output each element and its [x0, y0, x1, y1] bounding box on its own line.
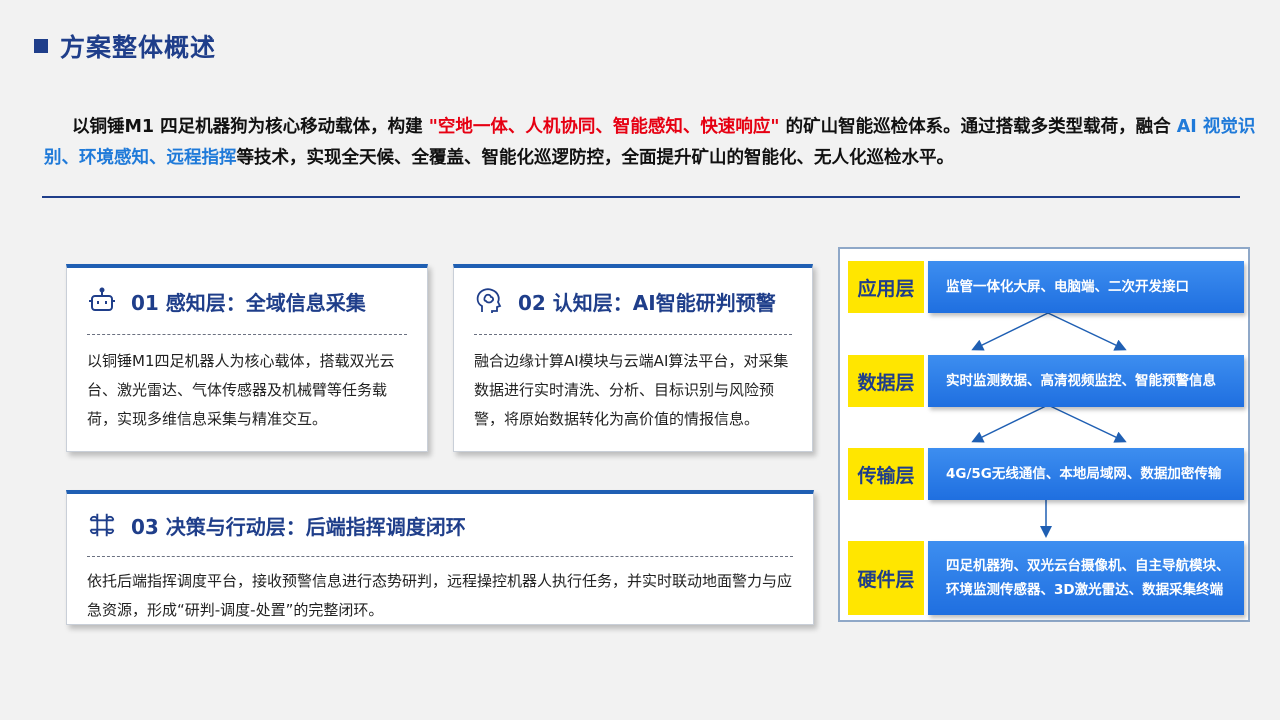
- command-icon: [87, 510, 117, 540]
- layer-content: 实时监测数据、高清视频监控、智能预警信息: [928, 355, 1244, 407]
- card-body: 以铜锤M1四足机器人为核心载体，搭载双光云台、激光雷达、气体传感器及机械臂等任务…: [87, 352, 395, 428]
- title-marker: [34, 39, 48, 53]
- intro-highlight-red: "空地一体、人机协同、智能感知、快速响应": [428, 117, 780, 137]
- layer-content: 监管一体化大屏、电脑端、二次开发接口: [928, 261, 1244, 313]
- architecture-diagram: 应用层 监管一体化大屏、电脑端、二次开发接口 数据层 实时监测数据、高清视频监控…: [838, 247, 1250, 622]
- robot-icon: [87, 286, 117, 316]
- layer-content: 4G/5G无线通信、本地局域网、数据加密传输: [928, 448, 1244, 500]
- card-title: 03 决策与行动层：后端指挥调度闭环: [131, 514, 466, 539]
- layer-label: 传输层: [848, 448, 924, 500]
- card-title: 01 感知层：全域信息采集: [131, 290, 366, 315]
- card-perception-layer: 01 感知层：全域信息采集 以铜锤M1四足机器人为核心载体，搭载双光云台、激光雷…: [66, 264, 428, 452]
- card-decision-layer: 03 决策与行动层：后端指挥调度闭环 依托后端指挥调度平台，接收预警信息进行态势…: [66, 490, 814, 625]
- intro-text-2: 的矿山智能巡检体系。通过搭载多类型载荷，融合: [779, 117, 1177, 137]
- page-header: 方案整体概述: [34, 28, 216, 64]
- layer-label: 硬件层: [848, 541, 924, 615]
- intro-text-3: 等技术，实现全天候、全覆盖、智能化巡逻防控，全面提升矿山的智能化、无人化巡检水平…: [236, 148, 955, 168]
- card-body: 融合边缘计算AI模块与云端AI算法平台，对采集数据进行实时清洗、分析、目标识别与…: [474, 352, 789, 428]
- intro-paragraph: 以铜锤M1 四足机器狗为核心移动载体，构建 "空地一体、人机协同、智能感知、快速…: [44, 112, 1258, 174]
- layer-label: 应用层: [848, 261, 924, 313]
- card-cognition-layer: 02 认知层：AI智能研判预警 融合边缘计算AI模块与云端AI算法平台，对采集数…: [453, 264, 813, 452]
- layer-content-line: 环境监测传感器、3D激光雷达、数据采集终端: [946, 582, 1224, 598]
- card-body: 依托后端指挥调度平台，接收预警信息进行态势研判，远程操控机器人执行任务，并实时联…: [87, 572, 793, 619]
- intro-text-1: 以铜锤M1 四足机器狗为核心移动载体，构建: [72, 117, 429, 137]
- layer-content-line: 四足机器狗、双光云台摄像机、自主导航模块、: [946, 558, 1230, 574]
- layer-content: 四足机器狗、双光云台摄像机、自主导航模块、 环境监测传感器、3D激光雷达、数据采…: [928, 541, 1244, 615]
- brain-icon: [474, 286, 504, 316]
- section-divider: [42, 196, 1240, 198]
- page-title: 方案整体概述: [60, 33, 217, 62]
- card-title: 02 认知层：AI智能研判预警: [518, 290, 776, 315]
- layer-label: 数据层: [848, 355, 924, 407]
